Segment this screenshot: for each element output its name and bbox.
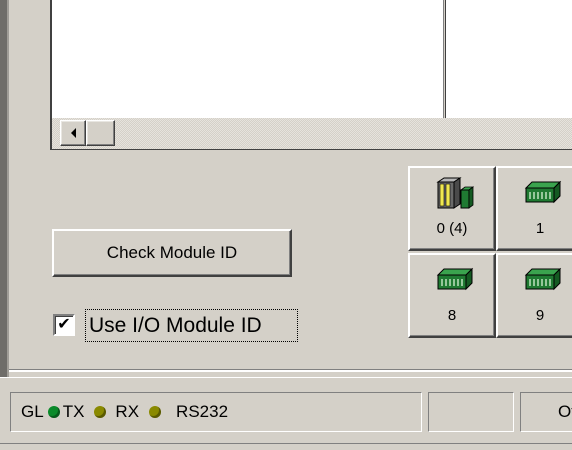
io-module-icon (524, 267, 562, 291)
state-text: Of (558, 402, 572, 421)
window-left-edge (0, 0, 9, 377)
rx-label: RX (115, 402, 140, 421)
gl-label: GL (21, 402, 44, 421)
cpu-module-icon (436, 177, 474, 209)
module-slot-8[interactable]: 8 (408, 253, 496, 338)
port-label: RS232 (176, 402, 229, 421)
scrollbar-thumb[interactable] (86, 120, 115, 146)
scroll-left-button[interactable] (60, 120, 86, 146)
status-pane-blank (428, 392, 514, 432)
use-io-module-id-text: Use I/O Module ID (89, 313, 262, 337)
check-module-id-label: Check Module ID (106, 243, 238, 262)
gl-led-icon (47, 406, 60, 418)
rx-led-icon (149, 406, 162, 418)
module-slot-label: 8 (447, 307, 457, 324)
io-config-window: Check Module ID ✔ Use I/O Module ID 0 (4… (0, 0, 572, 450)
check-module-id-button[interactable]: Check Module ID (52, 229, 292, 277)
module-slot-label: 9 (535, 307, 545, 324)
module-slot-9[interactable]: 9 (496, 253, 572, 338)
triangle-left-icon (70, 128, 76, 138)
io-module-icon (436, 267, 474, 291)
checkmark-icon: ✔ (57, 316, 71, 333)
module-slot-1[interactable]: 1 (496, 166, 572, 251)
use-io-module-id-label[interactable]: Use I/O Module ID (85, 309, 298, 342)
list-column-divider[interactable] (443, 0, 446, 118)
module-slot-label: 1 (535, 220, 545, 237)
module-slot-label: 0 (4) (436, 220, 468, 237)
module-slot-0[interactable]: 0 (4) (408, 166, 496, 251)
use-io-module-id-checkbox[interactable]: ✔ (53, 314, 75, 336)
tx-label: TX (62, 402, 85, 421)
tx-led-icon (94, 406, 107, 418)
window-bottom-edge (0, 443, 572, 444)
status-pane-state: Of (520, 392, 572, 432)
horizontal-scrollbar[interactable] (52, 118, 572, 149)
status-pane-comm: GL TX RX RS232 (10, 392, 422, 432)
io-module-icon (524, 180, 562, 204)
